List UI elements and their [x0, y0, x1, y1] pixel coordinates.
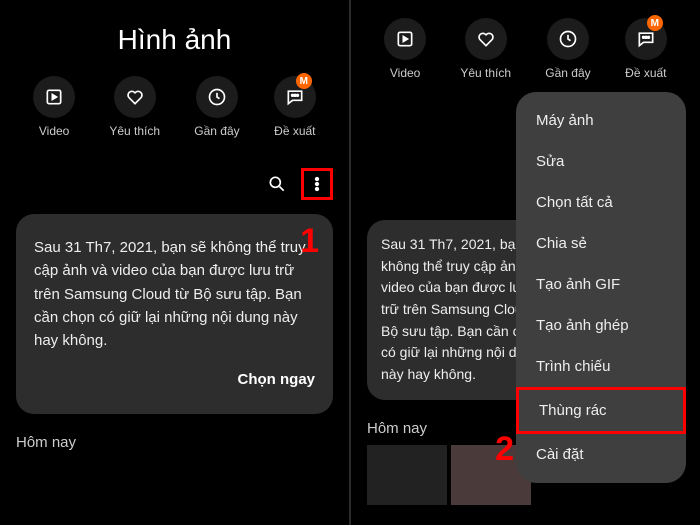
page-title: Hình ảnh: [16, 24, 333, 56]
notice-text: Sau 31 Th7, 2021, bạn sẽ không thể truy …: [34, 236, 315, 352]
category-suggest[interactable]: M Đề xuất: [625, 18, 667, 80]
category-video[interactable]: Video: [33, 76, 75, 138]
screen-left: Hình ảnh Video Yêu thích Gần đây M Đề xu…: [0, 0, 349, 525]
category-video[interactable]: Video: [384, 18, 426, 80]
category-label: Gần đây: [545, 66, 590, 80]
category-suggest[interactable]: M Đề xuất: [274, 76, 316, 138]
search-button[interactable]: [261, 168, 293, 200]
category-row: Video Yêu thích Gần đây M Đề xuất: [16, 76, 333, 138]
category-label: Đề xuất: [274, 124, 315, 138]
play-icon: [384, 18, 426, 60]
notice-cta[interactable]: Chọn ngay: [34, 368, 315, 391]
category-label: Gần đây: [194, 124, 239, 138]
category-favorites[interactable]: Yêu thích: [109, 76, 160, 138]
action-bar: [16, 168, 333, 200]
thumbnail[interactable]: [367, 445, 447, 505]
search-icon: [267, 174, 287, 194]
badge-m: M: [296, 73, 312, 89]
category-label: Yêu thích: [109, 124, 160, 138]
menu-trash[interactable]: Thùng rác: [516, 387, 686, 434]
category-label: Yêu thích: [460, 66, 511, 80]
menu-settings[interactable]: Cài đặt: [516, 434, 686, 475]
overflow-menu: Máy ảnh Sửa Chọn tất cả Chia sẻ Tạo ảnh …: [516, 92, 686, 483]
more-button[interactable]: [301, 168, 333, 200]
category-label: Video: [39, 124, 69, 138]
section-today: Hôm nay: [16, 434, 333, 451]
step-2-marker: 2: [495, 430, 514, 469]
badge-m: M: [647, 15, 663, 31]
category-favorites[interactable]: Yêu thích: [460, 18, 511, 80]
screen-right: Video Yêu thích Gần đây M Đề xuất Sau 31…: [351, 0, 700, 525]
category-recent[interactable]: Gần đây: [194, 76, 239, 138]
menu-select-all[interactable]: Chọn tất cả: [516, 182, 686, 223]
menu-edit[interactable]: Sửa: [516, 141, 686, 182]
step-1-marker: 1: [300, 222, 319, 261]
menu-collage[interactable]: Tạo ảnh ghép: [516, 305, 686, 346]
more-vertical-icon: [307, 174, 327, 194]
clock-icon: [547, 18, 589, 60]
menu-share[interactable]: Chia sẻ: [516, 223, 686, 264]
category-recent[interactable]: Gần đây: [545, 18, 590, 80]
category-row: Video Yêu thích Gần đây M Đề xuất: [367, 18, 684, 80]
heart-icon: [465, 18, 507, 60]
clock-icon: [196, 76, 238, 118]
category-label: Đề xuất: [625, 66, 666, 80]
menu-slideshow[interactable]: Trình chiếu: [516, 346, 686, 387]
menu-camera[interactable]: Máy ảnh: [516, 100, 686, 141]
heart-icon: [114, 76, 156, 118]
menu-gif[interactable]: Tạo ảnh GIF: [516, 264, 686, 305]
notice-card[interactable]: Sau 31 Th7, 2021, bạn sẽ không thể truy …: [16, 214, 333, 414]
play-icon: [33, 76, 75, 118]
category-label: Video: [390, 66, 420, 80]
